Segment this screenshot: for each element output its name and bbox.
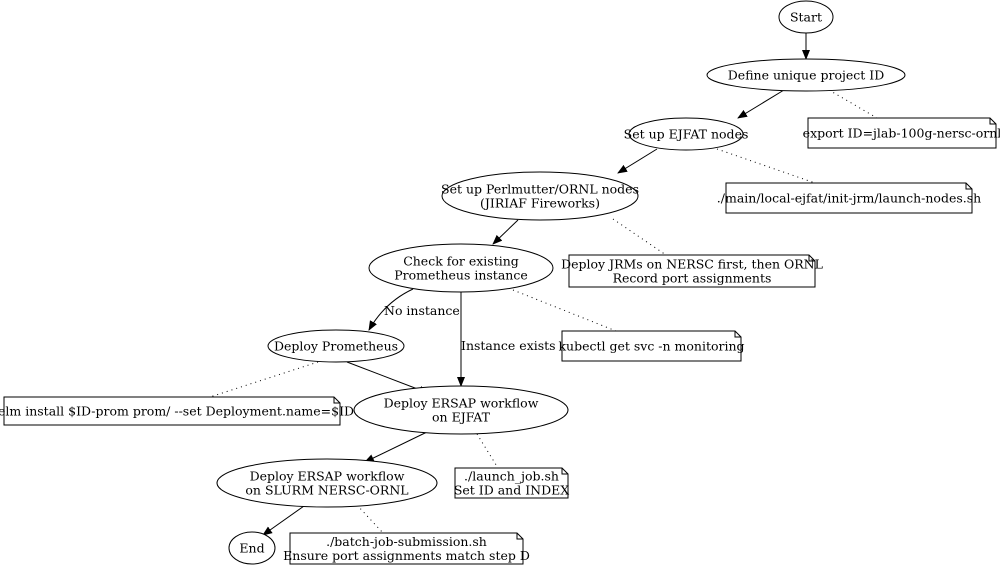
node-check-prom: Check for existingPrometheus instance <box>368 243 554 293</box>
flow-arrow <box>737 89 785 119</box>
note-deploy-jrms: Deploy JRMs on NERSC first, then ORNLRec… <box>561 254 823 288</box>
node-label: Set up EJFAT nodes <box>624 127 749 142</box>
note-connector <box>512 289 617 332</box>
node-label: on SLURM NERSC-ORNL <box>245 483 408 498</box>
workflow-diagram: No instance Instance exists Start Define u… <box>0 0 1000 565</box>
note-label: Deploy JRMs on NERSC first, then ORNL <box>561 257 823 272</box>
note-kubectl: kubectl get svc -n monitoring <box>558 330 745 362</box>
edge-label-instance-exists: Instance exists <box>461 338 556 353</box>
note-connector <box>716 148 816 184</box>
node-label: Start <box>790 10 822 25</box>
flow-arrow <box>492 219 519 245</box>
node-end: End <box>228 531 276 565</box>
node-start: Start <box>778 0 834 34</box>
flow-arrow <box>262 505 305 536</box>
node-ersap-slurm: Deploy ERSAP workflowon SLURM NERSC-ORNL <box>216 458 438 508</box>
node-label: Deploy ERSAP workflow <box>384 396 539 411</box>
node-label: (JIRIAF Fireworks) <box>480 196 600 211</box>
edge-label-no-instance: No instance <box>384 303 460 318</box>
flow-arrow <box>364 431 428 463</box>
note-launch-nodes: ./main/local-ejfat/init-jrm/launch-nodes… <box>717 182 981 214</box>
node-label: Check for existing <box>403 254 519 269</box>
node-label: Deploy ERSAP workflow <box>250 469 405 484</box>
note-connector <box>612 218 667 256</box>
note-label: ./launch_job.sh <box>464 469 559 484</box>
flow-arrow <box>617 148 658 174</box>
note-label: kubectl get svc -n monitoring <box>558 339 744 354</box>
node-label: Define unique project ID <box>728 68 884 83</box>
note-connector <box>828 89 878 119</box>
node-perlmutter: Set up Perlmutter/ORNL nodes(JIRIAF Fire… <box>441 171 639 221</box>
note-label: Set ID and INDEX <box>454 483 569 498</box>
node-ersap-ejfat: Deploy ERSAP workflowon EJFAT <box>353 385 569 435</box>
note-connector <box>209 361 319 398</box>
node-label: End <box>239 541 264 556</box>
note-connector <box>356 504 384 534</box>
node-label: on EJFAT <box>432 410 491 425</box>
node-label: Set up Perlmutter/ORNL nodes <box>441 182 639 197</box>
note-label: ./main/local-ejfat/init-jrm/launch-nodes… <box>717 191 981 206</box>
note-helm: helm install $ID-prom prom/ --set Deploy… <box>0 396 354 426</box>
note-label: helm install $ID-prom prom/ --set Deploy… <box>0 404 354 419</box>
note-label: export ID=jlab-100g-nersc-ornl <box>803 126 1000 141</box>
node-define-id: Define unique project ID <box>706 58 906 92</box>
note-launch-job: ./launch_job.shSet ID and INDEX <box>454 467 569 499</box>
note-label: Ensure port assignments match step D <box>283 548 530 563</box>
node-label: Deploy Prometheus <box>274 339 398 354</box>
note-connector <box>476 433 499 469</box>
note-export-id: export ID=jlab-100g-nersc-ornl <box>803 117 1000 149</box>
note-batch: ./batch-job-submission.shEnsure port ass… <box>283 532 530 565</box>
note-label: Record port assignments <box>613 271 772 286</box>
note-label: ./batch-job-submission.sh <box>326 534 487 549</box>
node-label: Prometheus instance <box>394 268 527 283</box>
node-ejfat-nodes: Set up EJFAT nodes <box>624 117 749 151</box>
node-deploy-prom: Deploy Prometheus <box>267 329 405 363</box>
